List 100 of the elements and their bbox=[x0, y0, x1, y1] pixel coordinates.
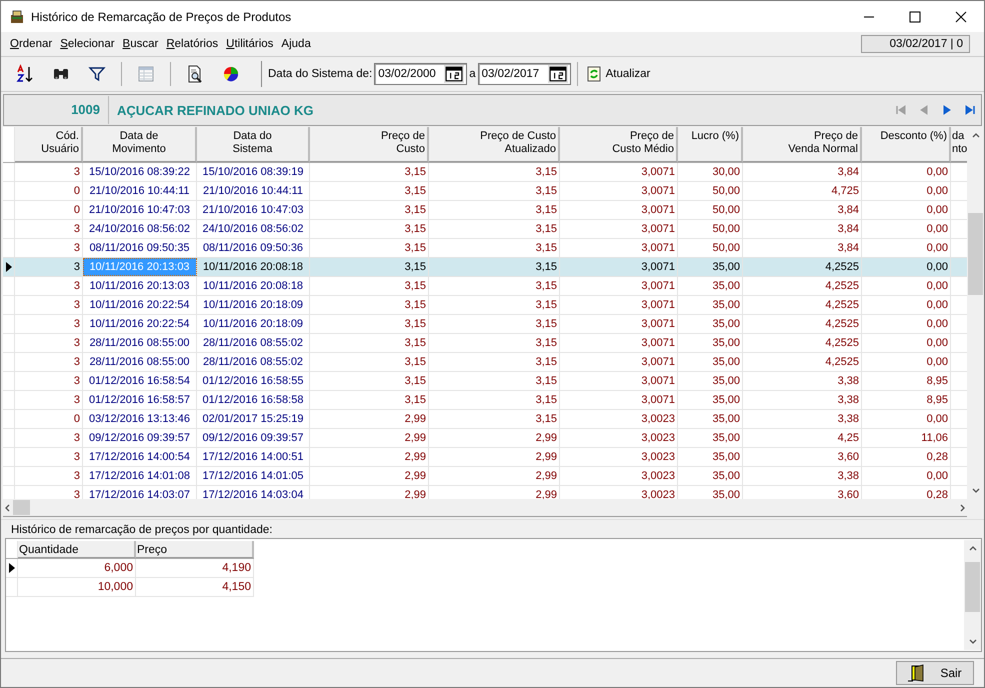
table-cell: 4,2525 bbox=[825, 261, 859, 273]
table-cell: 3,15 bbox=[404, 280, 426, 292]
date-field[interactable]: 03/02/2017 bbox=[478, 63, 571, 85]
table-cell: 3,38 bbox=[838, 375, 859, 387]
table-cell: 3 bbox=[74, 223, 80, 235]
refresh-button[interactable]: Atualizar bbox=[584, 66, 652, 82]
table-cell: 3,15 bbox=[404, 223, 426, 235]
table-cell: 28/11/2016 08:55:00 bbox=[89, 337, 190, 349]
menu-item[interactable]: Ajuda bbox=[278, 38, 316, 50]
table-cell: 3,15 bbox=[536, 242, 557, 254]
calendar-icon[interactable] bbox=[548, 65, 568, 83]
table-cell: 0,00 bbox=[926, 185, 948, 197]
table-cell: 0,00 bbox=[926, 356, 948, 368]
table-cell: 3,0023 bbox=[641, 470, 675, 482]
table-cell: 01/12/2016 16:58:55 bbox=[202, 375, 304, 387]
table-cell: 30,00 bbox=[712, 166, 740, 178]
table-cell: 0,00 bbox=[926, 337, 948, 349]
menu-item[interactable]: Buscar bbox=[120, 38, 164, 50]
scroll-thumb[interactable] bbox=[968, 213, 983, 295]
calendar-icon[interactable] bbox=[444, 65, 464, 83]
pie-chart-icon[interactable] bbox=[221, 64, 241, 84]
table-cell: 10/11/2016 20:18:09 bbox=[202, 318, 304, 330]
table-cell: 2,99 bbox=[404, 413, 426, 425]
range-label: a bbox=[469, 68, 476, 80]
table-cell: 2,99 bbox=[404, 432, 426, 444]
table-cell: 3,38 bbox=[838, 470, 859, 482]
table-cell: 0 bbox=[74, 413, 80, 425]
table-cell: 28/11/2016 08:55:02 bbox=[202, 337, 304, 349]
table-cell: 3,0071 bbox=[641, 356, 675, 368]
table-cell: 50,00 bbox=[712, 223, 740, 235]
horizontal-scrollbar[interactable] bbox=[3, 499, 967, 517]
table-cell: 3,60 bbox=[838, 451, 859, 463]
table-cell: 09/12/2016 09:39:57 bbox=[202, 432, 304, 444]
table-cell: 0,00 bbox=[926, 280, 948, 292]
table-cell: 2,99 bbox=[404, 451, 426, 463]
table-cell: 3,0023 bbox=[641, 413, 675, 425]
table-cell: 0 bbox=[74, 204, 80, 216]
column-header[interactable]: Preço de Custo Atualizado bbox=[429, 127, 560, 162]
table-cell: 3,84 bbox=[838, 223, 859, 235]
table-cell: 3,15 bbox=[536, 375, 557, 387]
table-cell: 3,15 bbox=[536, 356, 557, 368]
table-cell: 09/12/2016 09:39:57 bbox=[89, 432, 190, 444]
column-header[interactable]: Preço bbox=[136, 541, 254, 558]
table-cell: 4,25 bbox=[838, 432, 859, 444]
table-cell: 3,15 bbox=[536, 299, 557, 311]
scroll-thumb[interactable] bbox=[13, 500, 30, 515]
last-record-icon[interactable] bbox=[964, 104, 976, 116]
column-header[interactable]: Preço de Venda Normal bbox=[743, 127, 862, 162]
table-cell: 3,15 bbox=[536, 261, 557, 273]
table-cell: 6,000 bbox=[104, 562, 133, 574]
column-header[interactable]: Data de Movimento bbox=[83, 127, 197, 162]
table-cell: 10/11/2016 20:08:18 bbox=[202, 261, 304, 273]
table-cell: 3 bbox=[74, 356, 80, 368]
menu-item[interactable]: Utilitários bbox=[223, 38, 278, 50]
column-header[interactable]: Lucro (%) bbox=[678, 127, 743, 162]
scroll-thumb[interactable] bbox=[965, 562, 980, 612]
table-cell: 35,00 bbox=[712, 413, 740, 425]
table-cell: 35,00 bbox=[712, 299, 740, 311]
vertical-scrollbar[interactable] bbox=[964, 540, 981, 650]
next-record-icon[interactable] bbox=[941, 104, 953, 116]
table-cell: 3 bbox=[74, 375, 80, 387]
table-cell: 50,00 bbox=[712, 204, 740, 216]
menu-item[interactable]: Selecionar bbox=[57, 38, 120, 50]
table-cell: 3,15 bbox=[404, 356, 426, 368]
table-cell: 24/10/2016 08:56:02 bbox=[202, 223, 304, 235]
column-header[interactable]: Preço de Custo Médio bbox=[560, 127, 678, 162]
table-cell: 0,00 bbox=[926, 261, 948, 273]
table-cell: 2,99 bbox=[536, 432, 557, 444]
table-cell: 3,15 bbox=[404, 375, 426, 387]
app-icon bbox=[9, 8, 25, 24]
table-cell: 21/10/2016 10:44:11 bbox=[202, 185, 304, 197]
column-header[interactable]: Preço de Custo bbox=[310, 127, 429, 162]
table-cell: 4,2525 bbox=[825, 337, 859, 349]
table-cell: 3,15 bbox=[404, 337, 426, 349]
table-cell: 3,0023 bbox=[641, 432, 675, 444]
column-header[interactable]: da nto bbox=[951, 127, 967, 162]
table-cell: 4,190 bbox=[222, 562, 251, 574]
product-name: AÇUCAR REFINADO UNIAO KG bbox=[116, 102, 314, 118]
column-header[interactable]: Desconto (%) bbox=[862, 127, 951, 162]
sort-icon[interactable] bbox=[15, 64, 35, 84]
menu-item[interactable]: Ordenar bbox=[7, 38, 58, 50]
column-header[interactable]: Quantidade bbox=[18, 541, 136, 558]
table-cell: 0,00 bbox=[926, 242, 948, 254]
menu-item[interactable]: Relatórios bbox=[163, 38, 224, 50]
exit-button[interactable]: Sair bbox=[896, 661, 974, 685]
row-pointer-icon bbox=[6, 262, 12, 272]
table-cell: 3 bbox=[74, 299, 80, 311]
table-cell: 4,150 bbox=[222, 581, 251, 593]
table-cell: 0,00 bbox=[926, 223, 948, 235]
column-header[interactable]: Data do Sistema bbox=[197, 127, 310, 162]
table-cell: 28/11/2016 08:55:00 bbox=[89, 356, 190, 368]
column-header[interactable]: Cód. Usuário bbox=[15, 127, 83, 162]
vertical-scrollbar[interactable] bbox=[967, 127, 984, 499]
table-cell: 15/10/2016 08:39:19 bbox=[202, 166, 304, 178]
table-cell: 3,15 bbox=[536, 318, 557, 330]
date-field[interactable]: 03/02/2000 bbox=[374, 63, 468, 85]
table-cell: 3,15 bbox=[404, 242, 426, 254]
table-cell: 10/11/2016 20:18:09 bbox=[202, 299, 304, 311]
table-cell: 3,0071 bbox=[641, 280, 675, 292]
table-cell: 3 bbox=[74, 489, 80, 499]
